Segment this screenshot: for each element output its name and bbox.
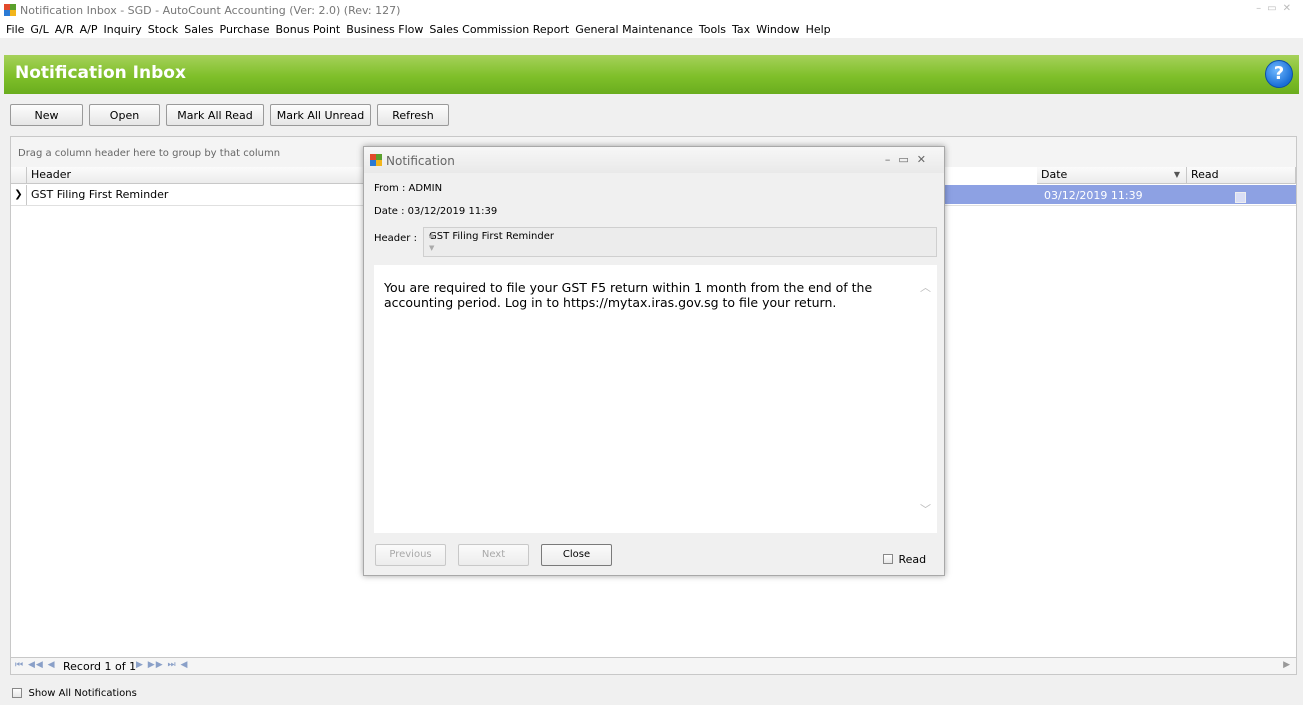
column-date-label: Date <box>1041 168 1068 181</box>
from-text: From : ADMIN <box>374 183 443 194</box>
nav-first-prev-icons[interactable]: ⏮ ◀◀ ◀ <box>15 660 56 670</box>
menu-bonus-point[interactable]: Bonus Point <box>272 20 343 36</box>
help-icon[interactable]: ? <box>1265 60 1293 88</box>
dialog-window-controls[interactable]: –▭✕ <box>885 153 934 166</box>
menu-window[interactable]: Window <box>753 20 802 36</box>
message-text: You are required to file your GST F5 ret… <box>384 280 873 310</box>
read-label: Read <box>898 552 927 566</box>
menu-bar: File G/L A/R A/P Inquiry Stock Sales Purchase Bo… <box>0 20 1303 38</box>
record-count: Record 1 of 1 <box>63 660 137 673</box>
show-all-checkbox[interactable] <box>12 688 22 698</box>
menu-sales-commission-report[interactable]: Sales Commission Report <box>426 20 572 36</box>
window-title: Notification Inbox - SGD - AutoCount Acc… <box>20 4 401 17</box>
mark-all-unread-button[interactable]: Mark All Unread <box>270 104 371 126</box>
row-indicator-icon: ❯ <box>11 185 27 205</box>
menu-inquiry[interactable]: Inquiry <box>101 20 145 36</box>
dialog-app-icon <box>370 154 382 166</box>
show-all-notifications[interactable]: Show All Notifications <box>12 686 137 699</box>
read-toggle[interactable]: Read <box>883 552 926 566</box>
new-button[interactable]: New <box>10 104 83 126</box>
dialog-title-bar[interactable]: Notification –▭✕ <box>364 147 944 173</box>
row-indicator-header <box>11 167 27 184</box>
sort-desc-icon: ▼ <box>1173 170 1180 179</box>
date-text: Date : 03/12/2019 11:39 <box>374 206 498 217</box>
header-scroll-up-icon[interactable]: ▲ <box>429 231 933 239</box>
cell-read-checkbox[interactable] <box>1235 192 1246 203</box>
menu-stock[interactable]: Stock <box>145 20 181 36</box>
read-checkbox[interactable] <box>883 554 893 564</box>
menu-ap[interactable]: A/P <box>77 20 101 36</box>
page-title: Notification Inbox <box>15 63 186 83</box>
menu-ar[interactable]: A/R <box>52 20 77 36</box>
page-banner: Notification Inbox ? <box>4 55 1299 94</box>
column-header-read[interactable]: Read <box>1187 167 1296 184</box>
header-scroll-down-icon[interactable]: ▼ <box>429 244 933 252</box>
menu-help[interactable]: Help <box>803 20 834 36</box>
cell-header: GST Filing First Reminder <box>31 188 169 201</box>
open-button[interactable]: Open <box>89 104 160 126</box>
menu-gl[interactable]: G/L <box>27 20 51 36</box>
menu-tools[interactable]: Tools <box>696 20 729 36</box>
window-title-bar: Notification Inbox - SGD - AutoCount Acc… <box>0 0 1303 20</box>
menu-purchase[interactable]: Purchase <box>217 20 273 36</box>
mark-all-read-button[interactable]: Mark All Read <box>166 104 264 126</box>
menu-general-maintenance[interactable]: General Maintenance <box>572 20 696 36</box>
app-icon <box>4 4 16 16</box>
next-button[interactable]: Next <box>458 544 529 566</box>
window-controls[interactable]: –▭✕ <box>1256 3 1297 14</box>
body-scroll-down-icon[interactable]: ﹀ <box>920 501 931 517</box>
previous-button[interactable]: Previous <box>375 544 446 566</box>
column-header-date[interactable]: Date ▼ <box>1037 167 1187 184</box>
refresh-button[interactable]: Refresh <box>377 104 449 126</box>
dialog-title: Notification <box>386 154 455 168</box>
record-navigator: ⏮ ◀◀ ◀ Record 1 of 1 ▶ ▶▶ ⏭ ◀ ▶ <box>10 657 1297 675</box>
menu-business-flow[interactable]: Business Flow <box>343 20 426 36</box>
notification-dialog: Notification –▭✕ From : ADMIN Date : 03/… <box>363 146 945 576</box>
nav-next-last-icons[interactable]: ▶ ▶▶ ⏭ ◀ <box>136 660 188 670</box>
group-by-hint: Drag a column header here to group by th… <box>18 148 281 159</box>
close-button[interactable]: Close <box>541 544 612 566</box>
menu-sales[interactable]: Sales <box>181 20 216 36</box>
scroll-right-icon[interactable]: ▶ <box>1283 660 1290 670</box>
header-label: Header : <box>374 233 417 244</box>
cell-date: 03/12/2019 11:39 <box>1044 189 1143 202</box>
body-scroll-up-icon[interactable]: ︿ <box>920 279 931 295</box>
show-all-label: Show All Notifications <box>28 687 137 699</box>
header-field[interactable]: GST Filing First Reminder ▲ ▼ <box>423 227 937 257</box>
message-body[interactable]: You are required to file your GST F5 ret… <box>374 265 937 533</box>
menu-tax[interactable]: Tax <box>729 20 753 36</box>
menu-file[interactable]: File <box>0 20 27 36</box>
